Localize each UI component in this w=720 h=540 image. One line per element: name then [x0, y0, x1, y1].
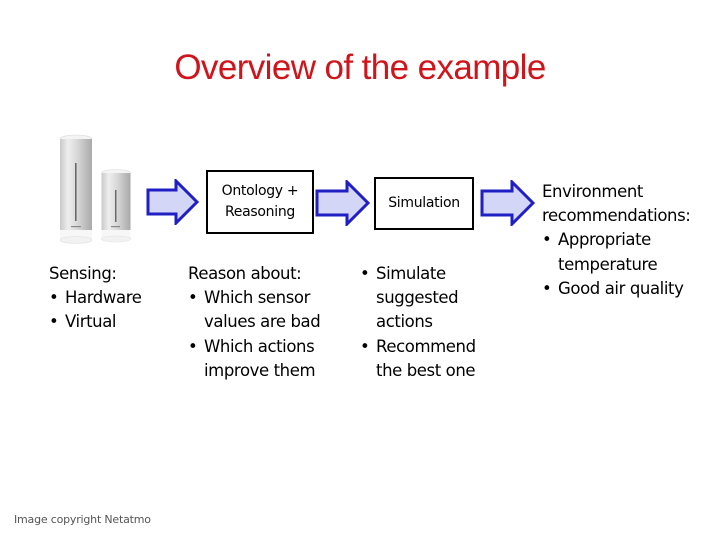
simulation-box: Simulation — [374, 177, 474, 230]
box-label-line: Ontology + — [221, 183, 299, 199]
list-item: Virtual — [49, 310, 169, 334]
bullet-list: Appropriate temperature Good air quality — [542, 228, 720, 301]
list-item: Appropriate temperature — [542, 228, 720, 276]
section-heading: recommendations: — [542, 206, 691, 226]
section-heading: Environment — [542, 182, 643, 201]
sensor-device-icon — [59, 134, 131, 244]
small-sensor — [101, 169, 131, 243]
list-item: Which sensor values are bad — [188, 286, 338, 334]
arrow-right-icon — [146, 179, 200, 225]
section-heading: Sensing: — [49, 264, 117, 283]
bullet-list: Which sensor values are bad Which action… — [188, 286, 338, 383]
box-label: Simulation — [388, 195, 460, 211]
section-heading: Reason about: — [188, 264, 302, 283]
recommendations-section: Environment recommendations: Appropriate… — [542, 180, 720, 301]
list-item: Recommend the best one — [360, 335, 495, 383]
arrow-right-icon — [315, 180, 371, 226]
reason-section: Reason about: Which sensor values are ba… — [188, 262, 338, 383]
list-item: Simulate suggested actions — [360, 262, 495, 335]
list-item: Which actions improve them — [188, 335, 338, 383]
bullet-list: Simulate suggested actions Recommend the… — [360, 262, 495, 383]
bullet-list: Hardware Virtual — [49, 286, 169, 335]
image-copyright: Image copyright Netatmo — [14, 513, 151, 526]
list-item: Hardware — [49, 286, 169, 310]
slide-title: Overview of the example — [174, 48, 546, 87]
sensing-section: Sensing: Hardware Virtual — [49, 262, 169, 335]
ontology-reasoning-box: Ontology + Reasoning — [206, 170, 314, 234]
list-item: Good air quality — [542, 277, 720, 301]
box-label-line: Reasoning — [225, 204, 295, 220]
arrow-right-icon — [480, 180, 536, 226]
simulate-section: Simulate suggested actions Recommend the… — [360, 262, 495, 383]
large-sensor — [59, 134, 93, 244]
